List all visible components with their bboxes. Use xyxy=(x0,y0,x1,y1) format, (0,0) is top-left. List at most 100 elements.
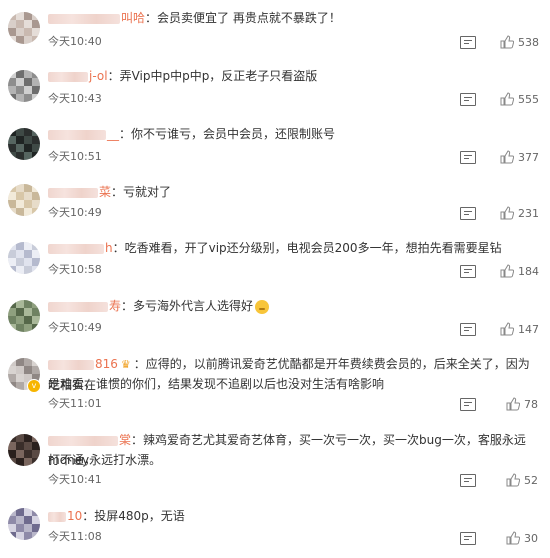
avatar-pixel xyxy=(24,200,32,208)
comment-item: 棠：辣鸡爱奇艺尤其爱奇艺体育，买一次亏一次，买一次bug一次，客服永远打不通， … xyxy=(0,422,550,498)
avatar-pixel xyxy=(32,70,40,78)
username[interactable]: j-ol xyxy=(89,69,108,83)
avatar-pixel xyxy=(24,136,32,144)
like-icon[interactable] xyxy=(506,473,520,487)
avatar-pixel xyxy=(16,144,24,152)
avatar[interactable] xyxy=(8,12,40,44)
avatar-pixel xyxy=(24,442,32,450)
avatar-pixel xyxy=(32,266,40,274)
like-icon[interactable] xyxy=(506,531,520,545)
avatar[interactable] xyxy=(8,434,40,466)
avatar-pixel xyxy=(32,200,40,208)
avatar-pixel xyxy=(32,442,40,450)
like-count: 555 xyxy=(518,93,539,106)
username[interactable]: 寿 xyxy=(109,299,121,313)
like-icon[interactable] xyxy=(500,264,514,278)
username[interactable]: 棠 xyxy=(119,433,131,447)
verified-badge-icon: v xyxy=(27,379,41,393)
timestamp: 今天10:49 xyxy=(48,321,102,334)
avatar-pixel xyxy=(32,300,40,308)
blurred-username xyxy=(48,187,98,198)
avatar-pixel xyxy=(32,192,40,200)
avatar-pixel xyxy=(16,184,24,192)
avatar-pixel xyxy=(32,308,40,316)
avatar-pixel xyxy=(32,20,40,28)
blurred-username xyxy=(48,71,88,82)
reply-icon[interactable] xyxy=(460,93,476,106)
avatar-pixel xyxy=(24,208,32,216)
avatar-pixel xyxy=(24,434,32,442)
reply-icon[interactable] xyxy=(460,474,476,487)
avatar-pixel xyxy=(24,316,32,324)
avatar-pixel xyxy=(24,144,32,152)
comment-item: 叫哈：会员卖便宜了 再贵点就不暴跌了！ 今天10:40 538 xyxy=(0,0,550,58)
reply-icon[interactable] xyxy=(460,398,476,411)
like-icon[interactable] xyxy=(500,35,514,49)
blurred-username xyxy=(48,301,108,312)
comment-item: 10：投屏480p，无语 今天11:08 30 xyxy=(0,498,550,558)
reply-icon[interactable] xyxy=(460,323,476,336)
reply-icon[interactable] xyxy=(460,207,476,220)
comment-text-line: __：你不亏谁亏，会员中会员，还限制账号 xyxy=(48,124,536,144)
like-icon[interactable] xyxy=(506,397,520,411)
reply-icon[interactable] xyxy=(460,151,476,164)
avatar-pixel xyxy=(16,128,24,136)
avatar-pixel xyxy=(16,358,24,366)
avatar-pixel xyxy=(24,532,32,540)
avatar-pixel xyxy=(32,184,40,192)
avatar-pixel xyxy=(8,382,16,390)
like-icon[interactable] xyxy=(500,150,514,164)
username[interactable]: 叫哈 xyxy=(121,11,145,25)
comment-text-line: 10：投屏480p，无语 xyxy=(48,506,536,526)
avatar[interactable] xyxy=(8,242,40,274)
comment-text: 是难看，谁惯的你们，结果发现不追剧以后也没对生活有啥影响 xyxy=(48,377,385,391)
avatar-pixel xyxy=(16,192,24,200)
username[interactable]: __ xyxy=(107,127,119,141)
username[interactable]: 816 xyxy=(95,357,118,371)
avatar[interactable] xyxy=(8,128,40,160)
avatar[interactable] xyxy=(8,184,40,216)
avatar-pixel xyxy=(24,250,32,258)
avatar-pixel xyxy=(8,300,16,308)
avatar-pixel xyxy=(16,266,24,274)
avatar-pixel xyxy=(32,152,40,160)
avatar-pixel xyxy=(32,358,40,366)
like-count: 30 xyxy=(524,532,538,545)
avatar-pixel xyxy=(8,128,16,136)
comment-list: 叫哈：会员卖便宜了 再贵点就不暴跌了！ 今天10:40 538 j-ol：弄Vi… xyxy=(0,0,550,558)
avatar[interactable] xyxy=(8,508,40,540)
like-icon[interactable] xyxy=(500,206,514,220)
comment-item: j-ol：弄Vip中p中p中p，反正老子只看盗版 今天10:43 555 xyxy=(0,58,550,116)
avatar-pixel xyxy=(24,70,32,78)
avatar-pixel xyxy=(32,128,40,136)
avatar-pixel xyxy=(16,308,24,316)
blurred-username xyxy=(48,435,118,446)
avatar-pixel xyxy=(24,366,32,374)
avatar[interactable] xyxy=(8,70,40,102)
username[interactable]: h xyxy=(105,241,113,255)
avatar-pixel xyxy=(24,94,32,102)
like-icon[interactable] xyxy=(500,322,514,336)
comment-text: ：多亏海外代言人选得好 xyxy=(121,299,254,313)
avatar-pixel xyxy=(16,316,24,324)
reply-icon[interactable] xyxy=(460,532,476,545)
avatar-pixel xyxy=(32,524,40,532)
avatar-pixel xyxy=(8,200,16,208)
avatar-pixel xyxy=(16,450,24,458)
blurred-username xyxy=(48,243,104,254)
avatar-pixel xyxy=(8,136,16,144)
avatar-pixel xyxy=(24,508,32,516)
username[interactable]: 菜 xyxy=(99,185,111,199)
reply-icon[interactable] xyxy=(460,36,476,49)
avatar-pixel xyxy=(32,208,40,216)
avatar-pixel xyxy=(8,208,16,216)
reply-icon[interactable] xyxy=(460,265,476,278)
avatar-pixel xyxy=(8,152,16,160)
like-count: 78 xyxy=(524,398,538,411)
avatar-pixel xyxy=(24,184,32,192)
avatar-pixel xyxy=(24,128,32,136)
avatar-mosaic xyxy=(8,508,40,540)
username[interactable]: 10 xyxy=(67,509,82,523)
like-icon[interactable] xyxy=(500,92,514,106)
avatar[interactable] xyxy=(8,300,40,332)
